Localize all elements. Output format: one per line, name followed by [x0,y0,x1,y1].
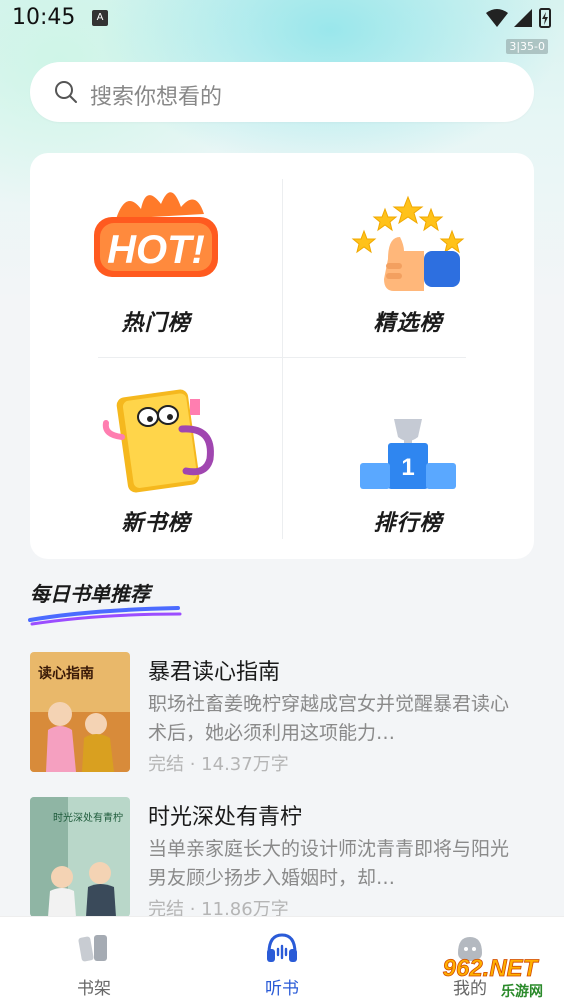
rankings-card: HOT! 热门榜 精选榜 新书榜 1 排行榜 [30,153,534,559]
search-input[interactable]: 搜索你想看的 [30,62,534,122]
ranking-label: 新书榜 [121,511,191,536]
book-cover-title: 时光深处有青柠 [53,811,123,824]
status-time: 10:45 [12,5,76,30]
thumbs-up-stars-icon [351,195,465,291]
tab-bookshelf[interactable]: 书架 [34,931,154,999]
book-cover: 读心指南 [30,652,130,772]
section-title: 每日书单推荐 [30,582,150,606]
wifi-icon [486,9,508,27]
ranking-label: 精选榜 [373,311,443,336]
watermark-subtext: 乐游网 [501,983,543,1000]
bookshelf-icon [78,935,107,962]
hot-badge-text: HOT! [107,228,205,272]
ranking-hot[interactable]: HOT! 热门榜 [30,153,282,353]
watermark-text: 962.NET [443,955,540,982]
signal-icon [514,9,532,27]
book-cover-title: 读心指南 [38,665,94,682]
tab-label: 听书 [265,979,299,999]
system-icons [486,8,551,28]
book-description: 当单亲家庭长大的设计师沈青青即将与阳光男友顾少扬步入婚姻时，却… [148,838,510,889]
title-underline [28,606,182,626]
ranking-featured[interactable]: 精选榜 [282,153,534,353]
ranking-label: 热门榜 [121,311,191,336]
podium-trophy-icon: 1 [360,419,456,489]
headphones-icon [267,933,297,962]
notification-icon: A [92,10,108,26]
status-bar: 10:45 A [0,0,564,38]
book-meta: 完结 · 14.37万字 [148,754,289,775]
book-mascot-icon [102,389,214,493]
site-watermark: 962.NET 乐游网 [442,955,543,1000]
search-icon [55,81,77,103]
book-title: 时光深处有青柠 [148,805,303,830]
book-cover: 时光深处有青柠 [30,797,130,917]
ranking-new-books[interactable]: 新书榜 [30,353,282,553]
ranking-leaderboard[interactable]: 1 排行榜 [282,353,534,553]
book-item[interactable]: 读心指南 暴君读心指南 职场社畜姜晚柠穿越成宫女并觉醒暴君读心术后，她必须利用这… [30,652,534,782]
book-item[interactable]: 时光深处有青柠 时光深处有青柠 当单亲家庭长大的设计师沈青青即将与阳光男友顾少扬… [30,797,534,927]
debug-tag: 3|35-0 [506,39,548,54]
tab-audiobook[interactable]: 听书 [222,931,342,999]
book-title: 暴君读心指南 [148,660,281,685]
tab-label: 书架 [77,979,111,999]
book-description: 职场社畜姜晚柠穿越成宫女并觉醒暴君读心术后，她必须利用这项能力… [148,693,510,744]
ranking-label: 排行榜 [373,511,443,536]
podium-number: 1 [401,454,414,481]
hot-badge-icon: HOT! [94,192,218,277]
search-placeholder: 搜索你想看的 [90,85,223,110]
